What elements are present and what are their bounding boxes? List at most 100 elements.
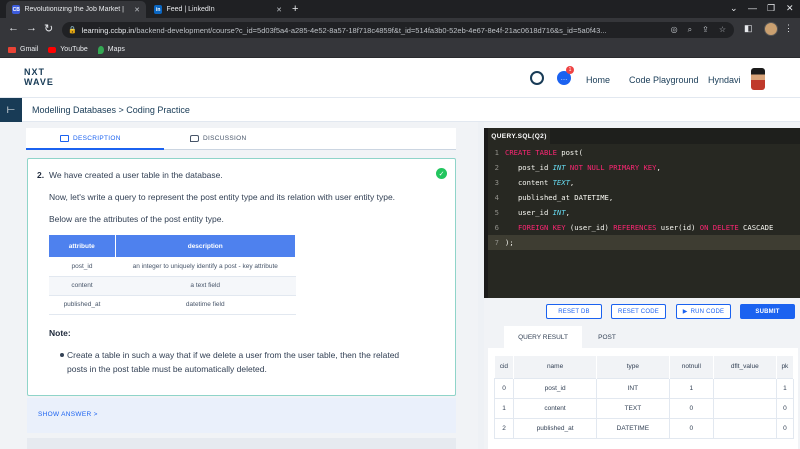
discussion-icon xyxy=(190,135,199,142)
description-tabs: DESCRIPTION DISCUSSION xyxy=(26,128,456,150)
question-line-3: Below are the attributes of the post ent… xyxy=(49,214,224,224)
nxtwave-logo[interactable]: NXT WAVE xyxy=(24,67,54,87)
bookmark-gmail[interactable]: Gmail xyxy=(8,46,38,53)
code-line-1[interactable]: 1 CREATE TABLE post( xyxy=(488,145,800,160)
breadcrumb: Modelling Databases > Coding Practice xyxy=(32,105,190,115)
code-line-5[interactable]: 5 user_id INT, xyxy=(488,205,800,220)
code-token: NOT NULL PRIMARY KEY xyxy=(565,163,657,172)
table-cell: 0 xyxy=(775,417,795,439)
back-arrow-icon[interactable]: ← xyxy=(8,22,19,34)
code-token: user_id xyxy=(517,208,553,217)
share-icon[interactable]: ⇪ xyxy=(702,25,709,35)
next-card-edge xyxy=(27,438,456,449)
bookmark-maps[interactable]: Maps xyxy=(97,45,125,54)
bookmark-youtube[interactable]: YouTube xyxy=(48,46,88,53)
table-header: cid xyxy=(494,356,515,378)
address-bar[interactable]: 🔒 learning.ccbp.in/backend-development/c… xyxy=(62,22,734,38)
question-card: 2. We have created a user table in the d… xyxy=(27,158,456,396)
bookmark-star-icon[interactable]: ☆ xyxy=(719,25,726,35)
code-token: user(id) xyxy=(656,223,700,232)
submit-button[interactable]: SUBMIT xyxy=(740,304,795,319)
logo-line-1: NXT xyxy=(24,67,45,77)
table-cell: 2 xyxy=(493,417,515,439)
app-header: NXT WAVE … 1 Home Code Playground Hyndav… xyxy=(0,58,800,98)
editor-file-tab[interactable]: QUERY.SQL(Q2) xyxy=(488,128,550,144)
reset-db-button[interactable]: RESET DB xyxy=(546,304,602,319)
code-token: REFERENCES xyxy=(613,223,657,232)
close-icon[interactable]: ✕ xyxy=(276,6,282,14)
note-heading: Note: xyxy=(49,328,71,338)
code-line-4[interactable]: 4 published_at DATETIME, xyxy=(488,190,800,205)
table-cell: published_at xyxy=(49,295,115,315)
code-token: published_at DATETIME, xyxy=(517,193,614,202)
code-line-7[interactable]: 7); xyxy=(488,235,800,250)
code-token: post( xyxy=(556,148,583,157)
code-token: CREATE TABLE xyxy=(505,148,557,157)
browser-tab-active[interactable]: CB Revolutionizing the Job Market | ✕ xyxy=(6,1,146,18)
sidebar-toggle-icon[interactable]: ⊢ xyxy=(0,98,22,122)
code-token: INT xyxy=(552,208,566,217)
table-cell: post_id xyxy=(513,377,597,399)
line-number: 6 xyxy=(494,223,499,232)
tab-description[interactable]: DESCRIPTION xyxy=(60,135,121,142)
browser-toolbar: ← → ↻ 🔒 learning.ccbp.in/backend-develop… xyxy=(0,18,800,42)
user-name[interactable]: Hyndavi xyxy=(708,75,741,85)
code-token: , xyxy=(565,208,570,217)
browser-tab-bar: CB Revolutionizing the Job Market | ✕ in… xyxy=(0,0,800,18)
nav-home-link[interactable]: Home xyxy=(586,75,610,85)
menu-kebab-icon[interactable]: ⋮ xyxy=(784,23,793,34)
question-line-2: Now, let's write a query to represent th… xyxy=(49,192,396,202)
table-cell xyxy=(712,397,777,419)
code-token: (user_id) xyxy=(565,223,614,232)
table-cell: TEXT xyxy=(595,397,670,419)
run-code-button[interactable]: ▶ RUN CODE xyxy=(676,304,731,319)
code-token: INT xyxy=(552,163,566,172)
code-line-2[interactable]: 2 post_id INT NOT NULL PRIMARY KEY, xyxy=(488,160,800,175)
forward-arrow-icon[interactable]: → xyxy=(26,22,37,34)
table-row: 2 published_at DATETIME 0 0 xyxy=(493,417,795,439)
line-number: 2 xyxy=(494,163,499,172)
show-answer-link[interactable]: SHOW ANSWER > xyxy=(38,411,98,418)
zoom-icon[interactable]: ⌕ xyxy=(688,25,692,35)
google-lens-icon[interactable]: ◎ xyxy=(671,25,678,35)
side-panel-icon[interactable]: ◧ xyxy=(744,23,753,34)
stopwatch-icon[interactable] xyxy=(530,71,544,85)
table-cell xyxy=(712,377,777,399)
user-avatar[interactable] xyxy=(751,68,765,90)
code-token: CASCADE xyxy=(738,223,774,232)
query-result-table: cid name type notnull dflt_value pk 0 po… xyxy=(493,356,795,439)
youtube-icon xyxy=(48,46,57,53)
restore-icon[interactable]: ❐ xyxy=(767,3,775,14)
reset-code-button[interactable]: RESET CODE xyxy=(611,304,666,319)
new-tab-plus-icon[interactable]: + xyxy=(292,3,298,15)
code-editor[interactable]: QUERY.SQL(Q2) 1 CREATE TABLE post( 2 post… xyxy=(488,128,800,298)
tab-query-result[interactable]: QUERY RESULT xyxy=(504,326,582,348)
browser-tab-linkedin[interactable]: in Feed | LinkedIn ✕ xyxy=(148,1,288,18)
tab-discussion[interactable]: DISCUSSION xyxy=(190,135,246,142)
line-number: 3 xyxy=(494,178,499,187)
table-cell xyxy=(712,417,777,439)
code-line-6[interactable]: 6 FOREIGN KEY (user_id) REFERENCES user(… xyxy=(488,220,800,235)
question-line-1: We have created a user table in the data… xyxy=(49,170,223,180)
table-row: content a text field xyxy=(49,276,296,296)
bullet-icon xyxy=(59,351,65,357)
table-cell: 0 xyxy=(775,397,795,419)
close-icon[interactable]: ✕ xyxy=(134,6,140,14)
table-cell: 0 xyxy=(493,377,515,399)
nav-code-playground-link[interactable]: Code Playground xyxy=(629,75,699,85)
editor-tab-bar: QUERY.SQL(Q2) xyxy=(488,128,800,144)
attributes-table: attribute description post_id an integer… xyxy=(49,235,296,315)
minimize-icon[interactable]: — xyxy=(748,3,757,13)
table-cell: content xyxy=(49,276,115,296)
description-panel: DESCRIPTION DISCUSSION 2. We have create… xyxy=(0,122,484,449)
tab-search-chevron-icon[interactable]: ⌄ xyxy=(730,3,738,14)
check-circle-icon: ✓ xyxy=(436,168,447,179)
code-line-3[interactable]: 3 content TEXT, xyxy=(488,175,800,190)
linkedin-favicon-icon: in xyxy=(154,5,163,14)
browser-profile-avatar[interactable] xyxy=(764,22,778,36)
window-close-icon[interactable]: ✕ xyxy=(786,3,794,14)
gmail-icon xyxy=(8,46,16,53)
table-cell: an integer to uniquely identify a post -… xyxy=(115,257,296,277)
tab-post[interactable]: POST xyxy=(582,326,632,348)
reload-icon[interactable]: ↻ xyxy=(44,22,53,35)
